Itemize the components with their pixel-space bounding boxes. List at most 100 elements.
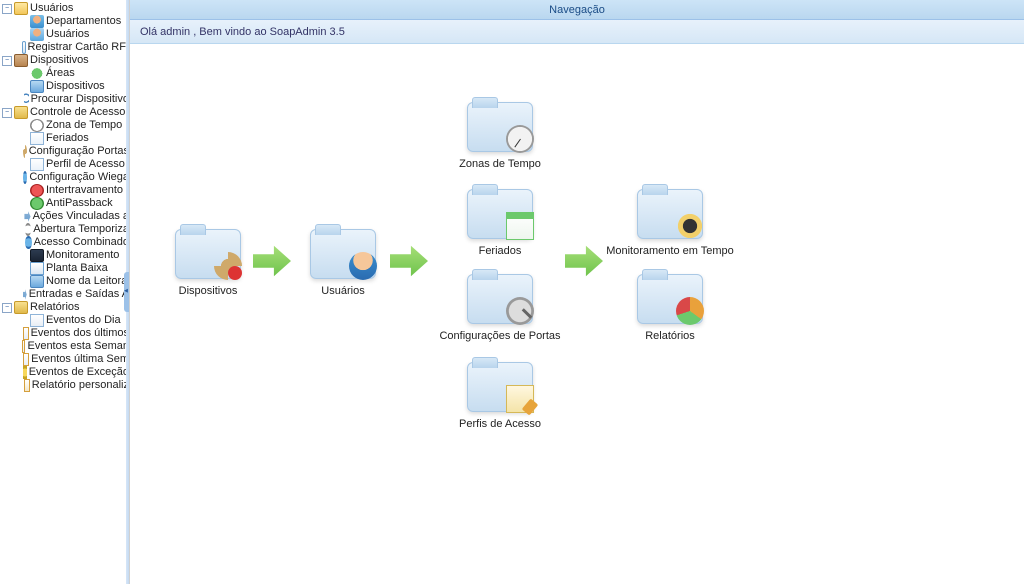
gear-icon xyxy=(23,145,27,158)
tree-config-portas[interactable]: Configuração Portas xyxy=(18,145,129,158)
tree-label: Dispositivos xyxy=(46,80,105,93)
tree-dispositivos[interactable]: − Dispositivos xyxy=(2,54,129,67)
nav-usuarios[interactable]: Usuários xyxy=(300,229,386,297)
tree-label: Usuários xyxy=(46,28,89,41)
tree-label: Eventos esta Seman xyxy=(27,340,129,353)
nav-perfis-acesso[interactable]: Perfis de Acesso xyxy=(430,362,570,430)
flow-arrow-icon xyxy=(253,244,291,278)
nav-monitoramento[interactable]: Monitoramento em Tempo xyxy=(600,189,740,257)
timer-icon xyxy=(25,223,32,236)
profile-icon xyxy=(30,158,44,171)
nav-label: Relatórios xyxy=(600,330,740,342)
tree-acoes-vinculadas[interactable]: Ações Vinculadas a xyxy=(18,210,129,223)
wrench-overlay-icon xyxy=(506,297,534,325)
tree-label: Relatório personaliz xyxy=(32,379,129,392)
user-overlay-icon xyxy=(349,252,377,280)
tree-label: Monitoramento xyxy=(46,249,119,262)
tree-abertura-temporizada[interactable]: Abertura Temporiza xyxy=(18,223,129,236)
tree-label: Perfil de Acesso xyxy=(46,158,125,171)
tree-intertravamento[interactable]: Intertravamento xyxy=(18,184,129,197)
tree-label: Eventos de Exceção xyxy=(29,366,129,379)
tree-antipassback[interactable]: AntiPassback xyxy=(18,197,129,210)
tree-dispositivos-sub[interactable]: Dispositivos xyxy=(18,80,129,93)
floorplan-icon xyxy=(30,262,44,275)
tree-usuarios[interactable]: − Usuários xyxy=(2,2,129,15)
nav-label: Perfis de Acesso xyxy=(430,418,570,430)
monitor-icon xyxy=(30,249,44,262)
tree-procurar-dispositivos[interactable]: Procurar Dispositivo xyxy=(18,93,129,106)
expand-icon[interactable]: − xyxy=(2,303,12,313)
search-icon xyxy=(24,93,29,106)
tree-rfid[interactable]: Registrar Cartão RFI xyxy=(18,41,129,54)
tree-label: Eventos dos últimos xyxy=(31,327,129,340)
expand-icon[interactable]: − xyxy=(2,108,12,118)
tree-relatorios[interactable]: − Relatórios xyxy=(2,301,129,314)
tree-eventos-excecao[interactable]: Eventos de Exceção xyxy=(18,366,129,379)
tree-entradas-saidas[interactable]: Entradas e Saídas A xyxy=(18,288,129,301)
clock-overlay-icon xyxy=(506,125,534,153)
tree-eventos-dia[interactable]: Eventos do Dia xyxy=(18,314,129,327)
calendar-day-icon xyxy=(30,314,44,327)
tree-label: Configuração Portas xyxy=(29,145,129,158)
io-icon xyxy=(23,288,27,301)
nav-zonas-tempo[interactable]: Zonas de Tempo xyxy=(430,102,570,170)
gear-overlay-icon xyxy=(214,252,242,280)
calendar-prev-icon xyxy=(23,353,29,366)
custom-report-icon xyxy=(24,379,30,392)
tree-acesso-combinado[interactable]: Acesso Combinado xyxy=(18,236,129,249)
tree-planta-baixa[interactable]: Planta Baixa xyxy=(18,262,129,275)
calendar-week-icon xyxy=(22,340,26,353)
tree-config-wiegand[interactable]: Configuração Wiega xyxy=(18,171,129,184)
device-icon xyxy=(30,80,44,93)
nav-relatorios[interactable]: Relatórios xyxy=(600,274,740,342)
tree-perfil-acesso[interactable]: Perfil de Acesso xyxy=(18,158,129,171)
nav-dispositivos[interactable]: Dispositivos xyxy=(165,229,251,297)
tree-label: Intertravamento xyxy=(46,184,123,197)
area-icon xyxy=(30,67,44,80)
tree-label: Nome da Leitora xyxy=(46,275,127,288)
tree-label: Relatórios xyxy=(30,301,80,314)
tree-feriados[interactable]: Feriados xyxy=(18,132,129,145)
sidebar-tree: − Usuários Departamentos Usuários Regist… xyxy=(0,0,130,584)
nav-label: Monitoramento em Tempo xyxy=(600,245,740,257)
tree-monitoramento[interactable]: Monitoramento xyxy=(18,249,129,262)
note-overlay-icon xyxy=(506,385,534,413)
expand-icon[interactable]: − xyxy=(2,56,12,66)
tree-departamentos[interactable]: Departamentos xyxy=(18,15,129,28)
tree-eventos-ultimos[interactable]: Eventos dos últimos xyxy=(18,327,129,340)
tree-nome-leitora[interactable]: Nome da Leitora xyxy=(18,275,129,288)
nav-label: Zonas de Tempo xyxy=(430,158,570,170)
tree-label: Entradas e Saídas A xyxy=(29,288,129,301)
folder-icon xyxy=(14,301,28,314)
tree-label: Zona de Tempo xyxy=(46,119,122,132)
tree-areas[interactable]: Áreas xyxy=(18,67,129,80)
calendar-overlay-icon xyxy=(506,212,534,240)
eye-overlay-icon xyxy=(676,212,704,240)
tree-usuarios-sub[interactable]: Usuários xyxy=(18,28,129,41)
tree-label: Controle de Acesso xyxy=(30,106,125,119)
tree-label: Registrar Cartão RFI xyxy=(28,41,129,54)
tree-label: Acesso Combinado xyxy=(34,236,129,249)
people-icon xyxy=(30,15,44,28)
tree-label: Configuração Wiega xyxy=(29,171,129,184)
tree-eventos-ultima-semana[interactable]: Eventos última Sem xyxy=(18,353,129,366)
nav-config-portas[interactable]: Configurações de Portas xyxy=(430,274,570,342)
tree-controle-acesso[interactable]: − Controle de Acesso xyxy=(2,106,129,119)
expand-icon[interactable]: − xyxy=(2,4,12,14)
tree-zona-tempo[interactable]: Zona de Tempo xyxy=(18,119,129,132)
nav-label: Dispositivos xyxy=(165,285,251,297)
nav-label: Feriados xyxy=(430,245,570,257)
tree-label: Eventos última Sem xyxy=(31,353,129,366)
tree-label: Ações Vinculadas a xyxy=(33,210,129,223)
tree-relatorio-personalizado[interactable]: Relatório personaliz xyxy=(18,379,129,392)
tree-label: Feriados xyxy=(46,132,89,145)
panel-title: Navegação xyxy=(130,0,1024,20)
tree-label: Abertura Temporiza xyxy=(33,223,129,236)
tree-label: Planta Baixa xyxy=(46,262,108,275)
nav-feriados[interactable]: Feriados xyxy=(430,189,570,257)
tree-label: Procurar Dispositivo xyxy=(31,93,129,106)
folder-icon xyxy=(14,106,28,119)
card-icon xyxy=(22,41,26,54)
tree-eventos-semana[interactable]: Eventos esta Seman xyxy=(18,340,129,353)
tree-label: Usuários xyxy=(30,2,73,15)
